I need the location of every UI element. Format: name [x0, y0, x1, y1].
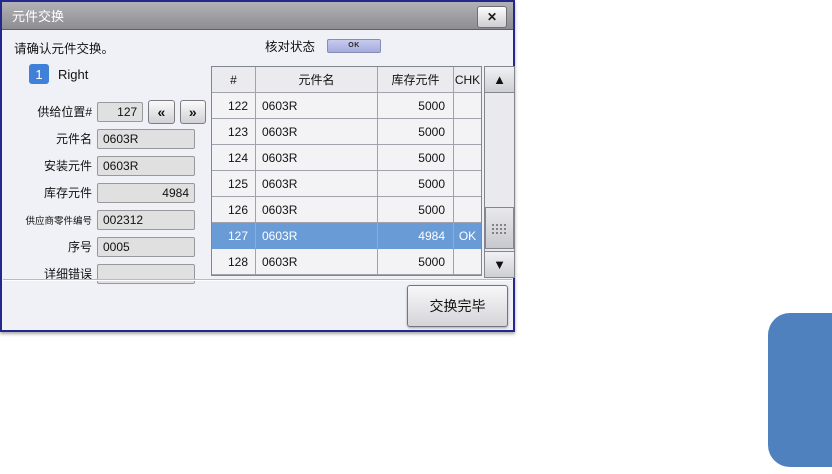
- cell-stock: 5000: [378, 93, 454, 119]
- column-header-chk: CHK: [454, 67, 481, 93]
- cell-chk: OK: [454, 223, 481, 249]
- column-header-stock: 库存元件: [378, 67, 454, 93]
- cell-part-name: 0603R: [256, 171, 378, 197]
- serial-number-label: 序号: [67, 240, 92, 254]
- close-icon: ✕: [486, 10, 498, 24]
- cell-part-name: 0603R: [256, 223, 378, 249]
- cell-number: 124: [212, 145, 256, 171]
- column-header-number: #: [212, 67, 256, 93]
- form-row-mounted-part: 安装元件 0603R: [8, 152, 206, 179]
- check-status-label: 核对状态: [265, 40, 316, 54]
- dialog-titlebar: 元件交换: [2, 2, 513, 30]
- close-button[interactable]: ✕: [477, 6, 507, 28]
- column-header-part-name: 元件名: [256, 67, 378, 93]
- stock-count-label: 库存元件: [43, 186, 92, 200]
- cell-number: 126: [212, 197, 256, 223]
- previous-position-button[interactable]: «: [148, 99, 175, 124]
- exchange-form: 供给位置# 127 « » 元件名 0603R 安装元件 0603R 库存元件 …: [8, 98, 206, 287]
- cell-part-name: 0603R: [256, 249, 378, 275]
- corner-blue-panel: [768, 313, 832, 467]
- cell-chk: [454, 249, 481, 275]
- scroll-up-button[interactable]: ▲: [484, 66, 515, 93]
- cell-part-name: 0603R: [256, 145, 378, 171]
- mounted-part-label: 安装元件: [43, 159, 92, 173]
- vendor-part-number-label: 供应商零件编号: [25, 215, 92, 227]
- serial-number-field[interactable]: 0005: [97, 236, 195, 257]
- form-row-part-name: 元件名 0603R: [8, 125, 206, 152]
- table-scrollbar[interactable]: ▲ ▼: [484, 66, 515, 278]
- cell-number: 128: [212, 249, 256, 275]
- cell-stock: 4984: [378, 223, 454, 249]
- screen: 元件交换 ✕ 请确认元件交换。 核对状态 OK 1 Right 供给位置# 12…: [0, 0, 832, 474]
- check-status: 核对状态 OK: [265, 36, 382, 55]
- form-row-vendor-part-number: 供应商零件编号 002312: [8, 206, 206, 233]
- cell-stock: 5000: [378, 171, 454, 197]
- cell-part-name: 0603R: [256, 197, 378, 223]
- cell-number: 122: [212, 93, 256, 119]
- form-row-serial-number: 序号 0005: [8, 233, 206, 260]
- next-position-button[interactable]: »: [179, 99, 206, 124]
- form-row-error-detail: 详细错误: [8, 260, 206, 287]
- cell-chk: [454, 197, 481, 223]
- check-status-badge: OK: [327, 38, 382, 53]
- double-chevron-right-icon: »: [188, 103, 197, 120]
- cell-chk: [454, 171, 481, 197]
- head-row: 1 Right: [29, 64, 88, 84]
- cell-number: 125: [212, 171, 256, 197]
- exchange-complete-button[interactable]: 交换完毕: [407, 285, 508, 327]
- part-name-field[interactable]: 0603R: [97, 128, 195, 149]
- footer-divider: [3, 279, 512, 281]
- mounted-part-field[interactable]: 0603R: [97, 155, 195, 176]
- cell-stock: 5000: [378, 197, 454, 223]
- cell-part-name: 0603R: [256, 119, 378, 145]
- grip-dots-icon: [491, 223, 508, 234]
- stock-table: # 元件名 库存元件 CHK 122 0603R 5000 123 0603R …: [211, 66, 482, 276]
- cell-chk: [454, 119, 481, 145]
- feed-position-label: 供给位置#: [37, 105, 92, 119]
- cell-stock: 5000: [378, 249, 454, 275]
- stock-count-field[interactable]: 4984: [97, 182, 195, 203]
- instruction-text: 请确认元件交换。: [14, 42, 115, 56]
- vendor-part-number-field[interactable]: 002312: [97, 209, 195, 230]
- component-exchange-dialog: 元件交换 ✕ 请确认元件交换。 核对状态 OK 1 Right 供给位置# 12…: [0, 0, 515, 332]
- cell-part-name: 0603R: [256, 93, 378, 119]
- form-row-stock-count: 库存元件 4984: [8, 179, 206, 206]
- cell-stock: 5000: [378, 145, 454, 171]
- cell-stock: 5000: [378, 119, 454, 145]
- head-side-label: Right: [58, 66, 89, 82]
- feed-position-field[interactable]: 127: [97, 101, 144, 122]
- arrow-down-icon: ▼: [493, 257, 506, 272]
- scroll-down-button[interactable]: ▼: [484, 251, 515, 278]
- cell-number: 127: [212, 223, 256, 249]
- cell-number: 123: [212, 119, 256, 145]
- form-row-feed-position: 供给位置# 127 « »: [8, 98, 206, 125]
- scrollbar-thumb[interactable]: [485, 207, 514, 249]
- head-index-badge: 1: [29, 64, 49, 84]
- cell-chk: [454, 145, 481, 171]
- arrow-up-icon: ▲: [493, 72, 506, 87]
- dialog-title: 元件交换: [12, 9, 65, 24]
- cell-chk: [454, 93, 481, 119]
- instruction-row: 请确认元件交换。 核对状态 OK: [2, 30, 513, 60]
- double-chevron-left-icon: «: [157, 103, 166, 120]
- part-name-label: 元件名: [55, 132, 92, 146]
